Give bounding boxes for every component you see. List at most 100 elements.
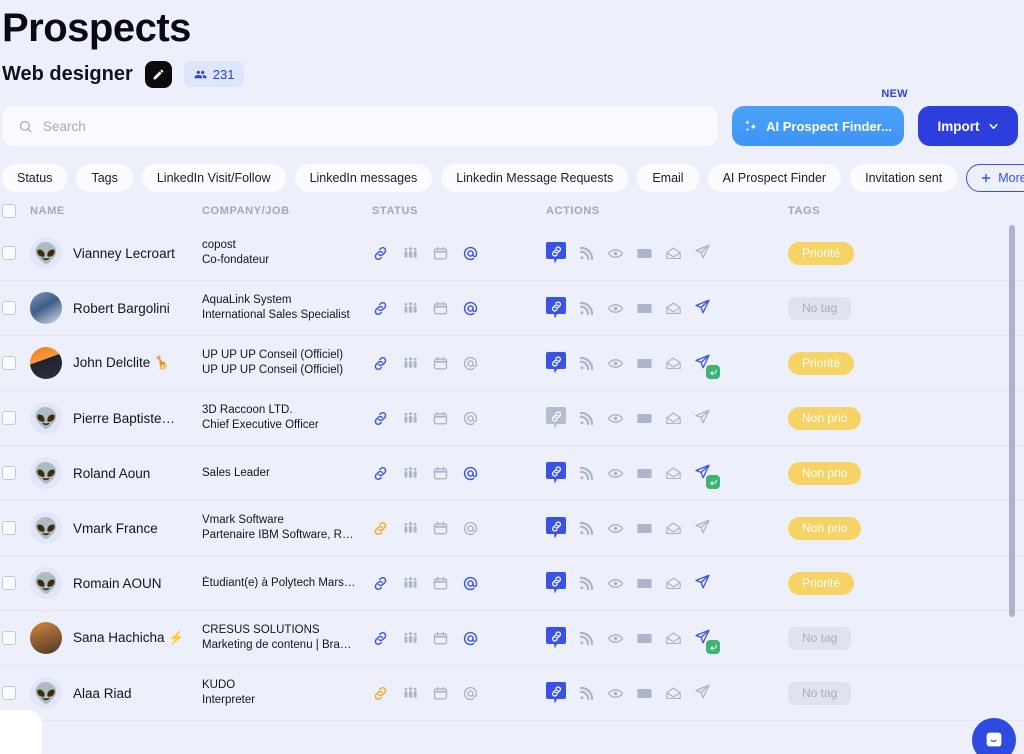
action-rss-icon[interactable] bbox=[578, 685, 595, 702]
action-link-badge-icon[interactable] bbox=[546, 517, 566, 539]
action-rss-icon[interactable] bbox=[578, 410, 595, 427]
filter-chip-linkedin-messages[interactable]: LinkedIn messages bbox=[294, 164, 433, 192]
action-eye-icon[interactable] bbox=[607, 300, 624, 317]
row-checkbox[interactable] bbox=[2, 411, 16, 425]
status-badge[interactable]: No tag bbox=[788, 296, 852, 320]
status-link-icon[interactable] bbox=[372, 410, 389, 427]
action-open-mail-icon[interactable] bbox=[665, 410, 682, 427]
action-send-icon[interactable] bbox=[694, 243, 714, 263]
action-eye-icon[interactable] bbox=[607, 410, 624, 427]
action-send-icon[interactable] bbox=[694, 628, 720, 654]
table-row[interactable]: 👽 Vmark France Vmark Software Partenaire… bbox=[0, 501, 1024, 556]
status-at-icon[interactable] bbox=[462, 630, 479, 647]
action-link-badge-icon[interactable] bbox=[546, 462, 566, 484]
status-badge[interactable]: No tag bbox=[788, 626, 852, 650]
action-rss-icon[interactable] bbox=[578, 520, 595, 537]
action-mail-icon[interactable] bbox=[636, 575, 653, 592]
action-send-icon[interactable] bbox=[694, 408, 714, 428]
status-calendar-icon[interactable] bbox=[432, 685, 449, 702]
status-people-icon[interactable] bbox=[402, 465, 419, 482]
status-badge[interactable]: No tag bbox=[788, 681, 852, 705]
table-row[interactable]: 👽 Romain AOUN Étudiant(e) à Polytech Mar… bbox=[0, 556, 1024, 611]
action-mail-icon[interactable] bbox=[636, 630, 653, 647]
status-at-icon[interactable] bbox=[462, 575, 479, 592]
action-mail-icon[interactable] bbox=[636, 410, 653, 427]
status-people-icon[interactable] bbox=[402, 685, 419, 702]
row-checkbox[interactable] bbox=[2, 356, 16, 370]
status-calendar-icon[interactable] bbox=[432, 630, 449, 647]
status-link-icon[interactable] bbox=[372, 245, 389, 262]
action-mail-icon[interactable] bbox=[636, 355, 653, 372]
action-rss-icon[interactable] bbox=[578, 245, 595, 262]
vertical-scrollbar[interactable] bbox=[1009, 225, 1015, 617]
status-link-icon[interactable] bbox=[372, 630, 389, 647]
row-checkbox[interactable] bbox=[2, 686, 16, 700]
action-link-badge-icon[interactable] bbox=[546, 297, 566, 319]
status-badge[interactable]: Priorité bbox=[788, 351, 855, 375]
action-rss-icon[interactable] bbox=[578, 355, 595, 372]
table-row[interactable]: 👽 Vianney Lecroart copost Co-fondateur P… bbox=[0, 226, 1024, 281]
status-badge[interactable]: Non prio bbox=[788, 406, 862, 430]
table-row[interactable]: Robert Bargolini AquaLink System Interna… bbox=[0, 281, 1024, 336]
status-calendar-icon[interactable] bbox=[432, 300, 449, 317]
action-rss-icon[interactable] bbox=[578, 300, 595, 317]
status-calendar-icon[interactable] bbox=[432, 355, 449, 372]
status-people-icon[interactable] bbox=[402, 355, 419, 372]
filter-chip-linkedin-visit-follow[interactable]: LinkedIn Visit/Follow bbox=[141, 164, 286, 192]
chat-widget-button[interactable] bbox=[972, 718, 1016, 754]
action-link-badge-icon[interactable] bbox=[546, 682, 566, 704]
row-checkbox[interactable] bbox=[2, 631, 16, 645]
filter-chip-ai-prospect-finder[interactable]: AI Prospect Finder bbox=[707, 164, 842, 192]
status-badge[interactable]: Non prio bbox=[788, 516, 862, 540]
filter-chip-status[interactable]: Status bbox=[2, 164, 68, 192]
status-at-icon[interactable] bbox=[462, 245, 479, 262]
filter-chip-linkedin-message-requests[interactable]: Linkedin Message Requests bbox=[441, 164, 629, 192]
action-open-mail-icon[interactable] bbox=[665, 520, 682, 537]
filter-chip-invitation-sent[interactable]: Invitation sent bbox=[850, 164, 958, 192]
status-at-icon[interactable] bbox=[462, 520, 479, 537]
action-send-icon[interactable] bbox=[694, 683, 714, 703]
table-row[interactable]: John Delclite 🦒 UP UP UP Conseil (Offici… bbox=[0, 336, 1024, 391]
search-input-wrapper[interactable] bbox=[2, 106, 718, 146]
action-send-icon[interactable] bbox=[694, 298, 714, 318]
table-row[interactable]: 👽 Pierre Baptiste… 3D Raccoon LTD. Chief… bbox=[0, 391, 1024, 446]
action-eye-icon[interactable] bbox=[607, 465, 624, 482]
action-link-badge-icon[interactable] bbox=[546, 407, 566, 429]
status-badge[interactable]: Priorité bbox=[788, 241, 855, 265]
status-people-icon[interactable] bbox=[402, 575, 419, 592]
row-checkbox[interactable] bbox=[2, 521, 16, 535]
action-link-badge-icon[interactable] bbox=[546, 242, 566, 264]
status-calendar-icon[interactable] bbox=[432, 245, 449, 262]
status-people-icon[interactable] bbox=[402, 245, 419, 262]
action-open-mail-icon[interactable] bbox=[665, 575, 682, 592]
status-calendar-icon[interactable] bbox=[432, 520, 449, 537]
action-eye-icon[interactable] bbox=[607, 575, 624, 592]
table-row[interactable]: 👽 Alaa Riad KUDO Interpreter No tag bbox=[0, 666, 1024, 721]
select-all-checkbox[interactable] bbox=[2, 204, 16, 218]
action-mail-icon[interactable] bbox=[636, 520, 653, 537]
status-calendar-icon[interactable] bbox=[432, 410, 449, 427]
status-people-icon[interactable] bbox=[402, 520, 419, 537]
status-link-icon[interactable] bbox=[372, 685, 389, 702]
action-rss-icon[interactable] bbox=[578, 630, 595, 647]
more-filters-button[interactable]: More filters bbox=[966, 164, 1024, 192]
row-checkbox[interactable] bbox=[2, 466, 16, 480]
search-input[interactable] bbox=[43, 118, 702, 134]
status-link-icon[interactable] bbox=[372, 520, 389, 537]
row-checkbox[interactable] bbox=[2, 301, 16, 315]
action-mail-icon[interactable] bbox=[636, 685, 653, 702]
status-badge[interactable]: Priorité bbox=[788, 571, 855, 595]
action-link-badge-icon[interactable] bbox=[546, 352, 566, 374]
status-link-icon[interactable] bbox=[372, 575, 389, 592]
status-at-icon[interactable] bbox=[462, 300, 479, 317]
status-calendar-icon[interactable] bbox=[432, 575, 449, 592]
status-at-icon[interactable] bbox=[462, 685, 479, 702]
status-link-icon[interactable] bbox=[372, 465, 389, 482]
action-send-icon[interactable] bbox=[694, 353, 720, 379]
action-send-icon[interactable] bbox=[694, 463, 720, 489]
action-send-icon[interactable] bbox=[694, 518, 714, 538]
filter-chip-email[interactable]: Email bbox=[637, 164, 699, 192]
action-send-icon[interactable] bbox=[694, 573, 714, 593]
status-link-icon[interactable] bbox=[372, 355, 389, 372]
filter-chip-tags[interactable]: Tags bbox=[76, 164, 133, 192]
